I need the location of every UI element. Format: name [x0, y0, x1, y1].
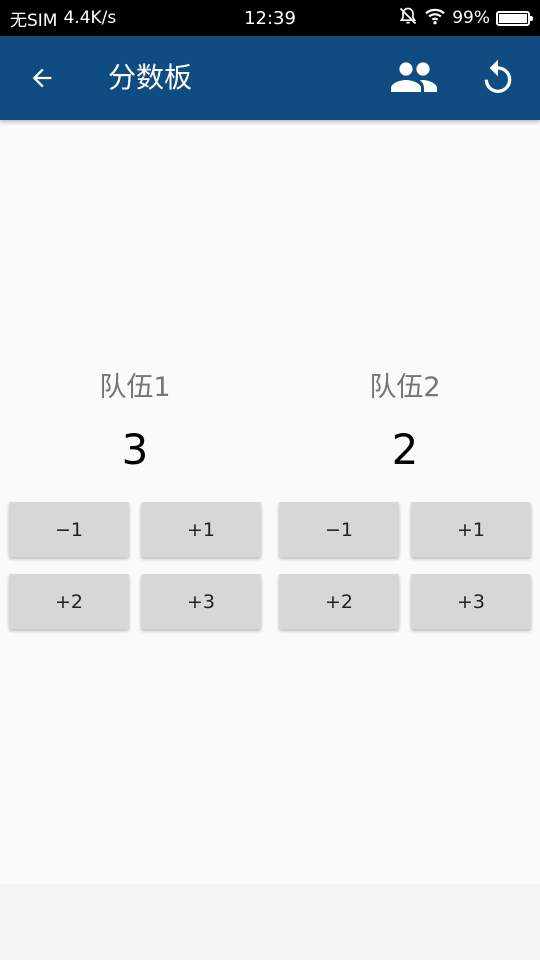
plus-1-button[interactable]: +1 [411, 502, 531, 557]
battery-icon [496, 10, 533, 26]
score-buttons: −1 +1 +2 +3 [9, 502, 261, 629]
plus-2-button[interactable]: +2 [279, 574, 399, 629]
minus-1-button[interactable]: −1 [9, 502, 129, 557]
plus-1-button[interactable]: +1 [141, 502, 261, 557]
teams-button[interactable] [388, 56, 440, 100]
team-score: 2 [391, 425, 419, 474]
carrier-label: 无SIM [10, 10, 58, 31]
team-name: 队伍2 [369, 372, 441, 403]
status-right: 99% [398, 6, 533, 31]
team-name: 队伍1 [99, 372, 171, 403]
plus-2-button[interactable]: +2 [9, 574, 129, 629]
status-bar: 无SIM 4.4K/s 12:39 99% [0, 0, 540, 36]
battery-percent: 99% [452, 8, 490, 28]
plus-3-button[interactable]: +3 [141, 574, 261, 629]
team-panel-1: 队伍1 3 −1 +1 +2 +3 [9, 362, 261, 629]
reset-button[interactable] [476, 56, 520, 100]
score-buttons: −1 +1 +2 +3 [279, 502, 531, 629]
back-button[interactable] [24, 60, 60, 96]
plus-3-button[interactable]: +3 [411, 574, 531, 629]
people-icon [391, 62, 437, 92]
arrow-left-icon [32, 68, 52, 88]
app-bar: 分数板 [0, 36, 540, 120]
team-score: 3 [121, 425, 149, 474]
status-time: 12:39 [244, 7, 296, 29]
minus-1-button[interactable]: −1 [279, 502, 399, 557]
alarm-off-icon [398, 6, 418, 31]
page-title: 分数板 [108, 61, 193, 94]
wifi-icon [424, 7, 446, 30]
status-left: 无SIM 4.4K/s [10, 6, 116, 31]
team-panel-2: 队伍2 2 −1 +1 +2 +3 [279, 362, 531, 629]
network-speed: 4.4K/s [63, 8, 117, 28]
refresh-icon [484, 59, 512, 93]
bottom-bar [0, 884, 540, 960]
